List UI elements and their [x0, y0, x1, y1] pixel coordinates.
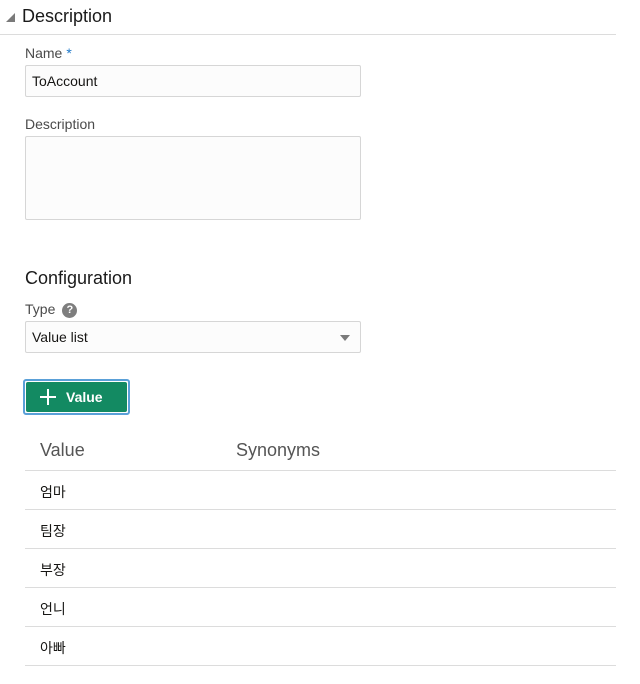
help-icon[interactable]: ? [62, 303, 78, 318]
chevron-down-icon[interactable] [340, 335, 350, 341]
table-cell-value: 팀장 [40, 524, 66, 540]
name-label-text: Name [25, 45, 63, 61]
type-select-value: Value list [32, 329, 88, 345]
type-select[interactable]: Value list [25, 321, 361, 353]
table-row[interactable]: 팀장 [25, 510, 616, 549]
required-indicator: * [66, 45, 72, 61]
configuration-heading: Configuration [25, 268, 133, 288]
type-label-text: Type [25, 301, 56, 317]
table-cell-value: 언니 [40, 602, 66, 618]
type-label: Type? [25, 301, 78, 318]
table-row[interactable]: 언니 [25, 588, 616, 627]
table-row[interactable]: 아빠 [25, 627, 616, 666]
add-value-button[interactable]: Value [26, 382, 127, 412]
description-section-header[interactable]: Description [0, 0, 616, 35]
collapse-triangle-icon[interactable] [6, 13, 15, 22]
table-cell-value: 아빠 [40, 641, 66, 657]
column-header-synonyms[interactable]: Synonyms [236, 440, 320, 461]
name-input-value: ToAccount [32, 73, 98, 89]
section-title: Description [22, 6, 113, 26]
name-label: Name * [25, 45, 72, 61]
table-header-row: Value Synonyms [25, 430, 616, 471]
table-cell-value: 부장 [40, 563, 66, 579]
column-header-value[interactable]: Value [40, 440, 85, 461]
plus-icon [40, 389, 56, 405]
name-input[interactable]: ToAccount [25, 65, 361, 97]
add-value-button-label: Value [66, 389, 103, 405]
description-label: Description [25, 116, 96, 132]
description-textarea[interactable] [25, 136, 361, 220]
table-cell-value: 엄마 [40, 485, 66, 501]
table-row[interactable]: 엄마 [25, 471, 616, 510]
table-row[interactable]: 부장 [25, 549, 616, 588]
entity-editor-page: Description Name * ToAccount Description … [0, 0, 640, 684]
values-table: Value Synonyms 엄마 팀장 부장 언니 아빠 [25, 430, 616, 666]
